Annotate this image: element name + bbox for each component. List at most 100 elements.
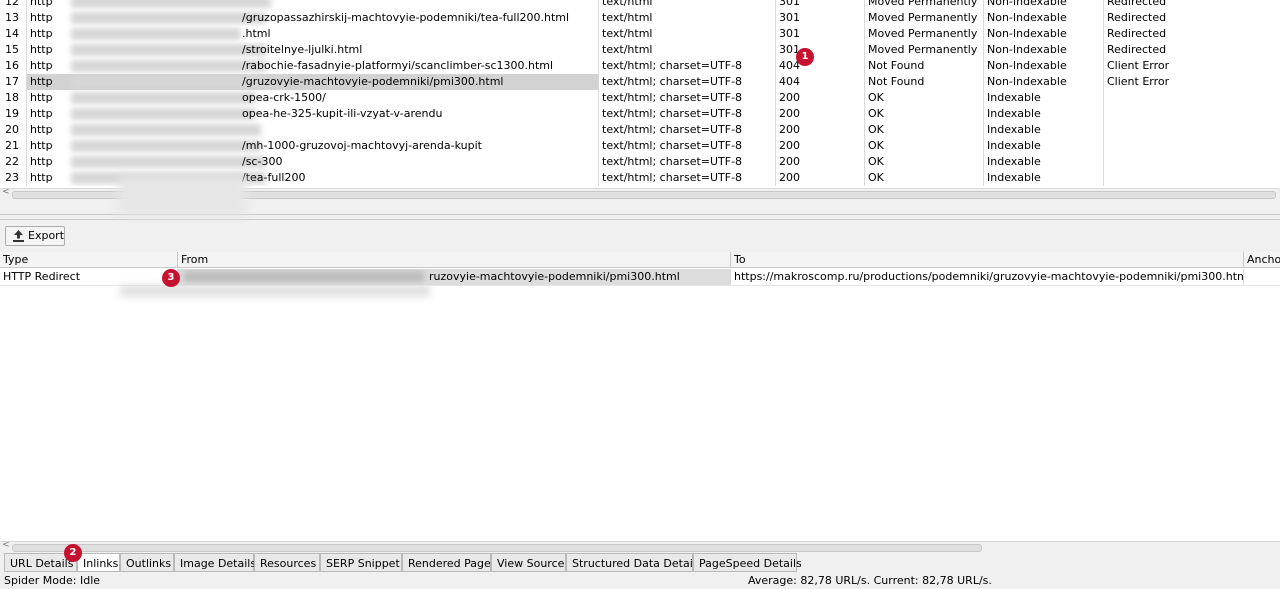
url-path: /mh-1000-gruzovoj-machtovyj-arenda-kupit — [242, 139, 482, 152]
cell-number: 21 — [0, 138, 27, 154]
table-row[interactable]: 14 http .html text/html 301 Moved Permanently… — [0, 26, 1280, 43]
cell-content-type: text/html; charset=UTF-8 — [599, 122, 776, 138]
cell-indexability-status: Redirected — [1107, 11, 1167, 24]
cell-address: http opea-he-325-kupit-ili-vzyat-v-arendu — [27, 106, 599, 122]
cell-address: http/sc-300 — [27, 154, 599, 170]
tab-resources[interactable]: Resources — [254, 553, 320, 572]
cell-indexability: Non-Indexable — [984, 26, 1104, 42]
crawl-rate: Average: 82,78 URL/s. Current: 82,78 URL… — [748, 574, 992, 587]
redacted-domain — [71, 140, 261, 152]
cell-status: Not Found — [865, 58, 984, 74]
cell-content-type: text/html; charset=UTF-8 — [599, 154, 776, 170]
cell-content-type: text/html; charset=UTF-8 — [599, 138, 776, 154]
url-scheme: http — [30, 27, 53, 40]
cell-indexability: Indexable — [984, 122, 1104, 138]
tab-outlinks[interactable]: Outlinks — [120, 553, 174, 572]
cell-content-type: text/html; charset=UTF-8 — [599, 74, 776, 90]
cell-status-code: 301 — [776, 10, 865, 26]
cell-indexability: Indexable — [984, 154, 1104, 170]
redacted-domain — [71, 12, 266, 24]
cell-anchor — [1244, 269, 1280, 285]
table-row[interactable]: 19 http opea-he-325-kupit-ili-vzyat-v-aren… — [0, 106, 1280, 123]
tab-pagespeed-details[interactable]: PageSpeed Details — [693, 553, 802, 572]
tab-image-details[interactable]: Image Details — [174, 553, 256, 572]
cell-status-code: 404 — [776, 58, 865, 74]
table-row[interactable]: 22 http/sc-300 text/html; charset=UTF-8 200… — [0, 154, 1280, 171]
cell-status-code: 301 — [776, 42, 865, 58]
table-row[interactable]: 13 http/gruzopassazhirskij-machtovyie-pod… — [0, 10, 1280, 27]
cell-indexability: Non-Indexable — [984, 74, 1104, 90]
header-from[interactable]: From — [178, 252, 731, 268]
cell-number: 19 — [0, 106, 27, 122]
cell-address: http/gruzovyie-machtovyie-podemniki/pmi3… — [27, 74, 599, 90]
tab-inlinks[interactable]: Inlinks — [77, 553, 120, 572]
cell-indexability-status — [1104, 106, 1280, 122]
tab-serp-snippet[interactable]: SERP Snippet — [320, 553, 402, 572]
cell-status-code: 200 — [776, 90, 865, 106]
cell-indexability-status — [1104, 138, 1280, 154]
cell-from: ruzovyie-machtovyie-podemniki/pmi300.htm… — [178, 269, 731, 285]
cell-indexability: Indexable — [984, 138, 1104, 154]
table-row[interactable]: 21 http/mh-1000-gruzovoj-machtovyj-arenda… — [0, 138, 1280, 155]
table-row[interactable]: 17 http/gruzovyie-machtovyie-podemniki/pm… — [0, 74, 1280, 91]
cell-indexability-status: Redirected — [1107, 0, 1167, 8]
cell-number: 22 — [0, 154, 27, 170]
table-row[interactable]: 20 http text/html; charset=UTF-8 200 OK Index… — [0, 122, 1280, 139]
upload-icon — [13, 230, 24, 242]
header-to[interactable]: To — [731, 252, 1244, 268]
scroll-left-icon[interactable]: < — [2, 187, 10, 197]
cell-status: Moved Permanently — [865, 42, 984, 58]
cell-number: 16 — [0, 58, 27, 74]
cell-number: 23 — [0, 170, 27, 186]
table-row[interactable]: 18 http opea-crk-1500/text/html; charset=U… — [0, 90, 1280, 107]
cell-number: 20 — [0, 122, 27, 138]
tab-rendered-page[interactable]: Rendered Page — [402, 553, 491, 572]
cell-content-type: text/html; charset=UTF-8 — [599, 90, 776, 106]
redacted-domain — [71, 156, 266, 168]
cell-status-code: 301 — [776, 0, 865, 10]
url-path: /tea-full200 — [242, 171, 306, 184]
url-path: /stroitelnye-ljulki.html — [242, 43, 363, 56]
header-type[interactable]: Type — [0, 252, 178, 268]
redacted-domain — [71, 44, 266, 56]
cell-content-type: text/html; charset=UTF-8 — [599, 58, 776, 74]
cell-type: HTTP Redirect — [0, 269, 178, 285]
url-scheme: http — [30, 91, 53, 104]
table-row[interactable]: 15 http/stroitelnye-ljulki.html text/html 3… — [0, 42, 1280, 59]
scroll-thumb[interactable] — [12, 544, 982, 552]
cell-address: http/tea-full200 — [27, 170, 599, 186]
url-scheme: http — [30, 171, 53, 184]
cell-status-code: 301 — [776, 26, 865, 42]
redacted-domain — [71, 60, 266, 72]
cell-number: 14 — [0, 26, 27, 42]
export-label: Export — [28, 229, 65, 242]
cell-content-type: text/html — [599, 10, 776, 26]
tab-view-source[interactable]: View Source — [491, 553, 566, 572]
redacted-url — [184, 271, 424, 283]
status-bar: Spider Mode: Idle Average: 82,78 URL/s. … — [0, 572, 1280, 589]
cell-status: OK — [865, 90, 984, 106]
annotation-badge-2: 2 — [64, 544, 82, 562]
table-row[interactable]: 16 http/rabochie-fasadnyie-platformyi/sca… — [0, 58, 1280, 75]
inlinks-horizontal-scrollbar[interactable]: < — [0, 540, 1280, 552]
cell-indexability-status: Redirected — [1107, 43, 1167, 56]
cell-status: Not Found — [865, 74, 984, 90]
export-button[interactable]: Export — [5, 226, 65, 246]
cell-indexability-status — [1104, 170, 1280, 186]
cell-indexability: Non-Indexable — [984, 0, 1104, 10]
cell-address: http/mh-1000-gruzovoj-machtovyj-arenda-k… — [27, 138, 599, 154]
cell-indexability: Indexable — [984, 106, 1104, 122]
cell-content-type: text/html — [599, 42, 776, 58]
header-anchor[interactable]: Anchor — [1244, 252, 1280, 268]
tab-structured-data-details[interactable]: Structured Data Details — [566, 553, 702, 572]
url-path: /gruzovyie-machtovyie-podemniki/pmi300.h… — [242, 75, 504, 88]
url-path: .html — [242, 27, 271, 40]
cell-number: 17 — [0, 74, 27, 90]
table-row[interactable]: HTTP Redirect ruzovyie-machtovyie-podemn… — [0, 269, 1280, 286]
cell-indexability-status: Client Error — [1107, 75, 1170, 88]
scroll-left-icon[interactable]: < — [2, 540, 10, 550]
redacted-domain — [71, 124, 261, 136]
from-url-text: ruzovyie-machtovyie-podemniki/pmi300.htm… — [429, 270, 680, 283]
cell-address: http — [27, 0, 599, 10]
cell-to: https://makroscomp.ru/productions/podemn… — [731, 269, 1244, 285]
